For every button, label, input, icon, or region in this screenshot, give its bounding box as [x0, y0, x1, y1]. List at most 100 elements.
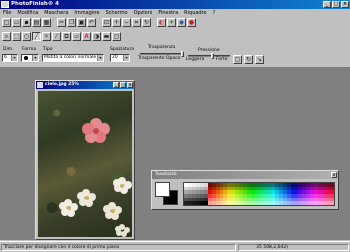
zoom-in-icon[interactable]: + — [112, 18, 121, 27]
transparency-label: Trasparenza — [148, 45, 176, 50]
shape-icon[interactable]: ◻ — [112, 32, 121, 41]
pink-flower — [82, 118, 110, 143]
menu-file[interactable]: File — [3, 9, 11, 17]
white-flower — [103, 202, 122, 220]
zoom-out-icon[interactable]: − — [122, 18, 131, 27]
shape-select[interactable]: ▾ — [21, 54, 39, 62]
cut-icon[interactable]: ✂ — [57, 18, 66, 27]
filter-icon[interactable]: ✦ — [167, 18, 176, 27]
pressure-label: Pressione — [198, 48, 220, 53]
new-icon[interactable]: □ — [2, 18, 11, 27]
palette-title-bar[interactable]: Tavolozza × — [152, 171, 338, 179]
undo-icon[interactable]: ↶ — [87, 18, 96, 27]
photo-canvas[interactable] — [38, 91, 132, 237]
copy-icon[interactable]: ❐ — [67, 18, 76, 27]
menu-modifica[interactable]: Modifica — [17, 9, 38, 17]
image-maximize-button[interactable]: □ — [120, 82, 126, 88]
image-window-icon[interactable] — [37, 82, 43, 88]
eyedropper-icon[interactable]: ⁄ — [52, 32, 61, 41]
brush-refresh-icon[interactable]: ↻ — [244, 55, 253, 64]
brush-preset-icon[interactable]: ▢ — [233, 55, 242, 64]
magic-wand-icon[interactable]: ✧ — [42, 32, 51, 41]
foreground-color-swatch[interactable] — [155, 182, 170, 197]
white-flower — [115, 224, 130, 237]
print-icon[interactable]: ▤ — [32, 18, 41, 27]
pressure-thumb[interactable] — [211, 53, 215, 59]
app-icon[interactable] — [1, 1, 9, 8]
image-minimize-button[interactable]: _ — [113, 82, 119, 88]
main-toolbar: □ ▭ ▪ ▤ ▦ ✂ ❐ ▣ ↶ ⊡ + − ⌗ ↻ ◐ ✦ ◆ ● — [2, 18, 196, 27]
menu-immagine[interactable]: Immagine — [74, 9, 99, 17]
close-button[interactable]: × — [341, 1, 349, 8]
brush-icon[interactable]: ╱ — [32, 32, 41, 41]
color-selector[interactable] — [155, 182, 179, 206]
app-title-bar: PhotoFinish® 4 _ □ × — [0, 0, 350, 9]
scan-icon[interactable]: ▦ — [42, 18, 51, 27]
open-icon[interactable]: ▭ — [12, 18, 21, 27]
tools-toolbar: ⌕ ⬚ ○ ╱ ✧ ⁄ ⧉ ▱ A ◑ ▬ ◻ — [2, 32, 121, 41]
zoom-fit-icon[interactable]: ⊡ — [102, 18, 111, 27]
shape-dropdown-icon[interactable]: ▾ — [32, 55, 38, 61]
pressure-left-label: Leggera — [186, 57, 205, 62]
size-value: 6 — [4, 55, 7, 60]
palette-window[interactable]: Tavolozza × — [151, 170, 339, 210]
clone-icon[interactable]: ⧉ — [62, 32, 71, 41]
menu-help[interactable]: ? — [213, 9, 216, 17]
palette-close-button[interactable]: × — [331, 172, 337, 178]
menu-opzioni[interactable]: Opzioni — [134, 9, 153, 17]
fill-icon[interactable]: ▬ — [102, 32, 111, 41]
image-window-title-bar[interactable]: cielo.jpg 25% _ □ × — [36, 81, 134, 89]
paste-icon[interactable]: ▣ — [77, 18, 86, 27]
size-label: Dim. — [3, 47, 14, 52]
maximize-button[interactable]: □ — [332, 1, 340, 8]
type-select[interactable]: Matita a colori normale ▾ — [42, 54, 104, 62]
white-flower — [59, 199, 78, 217]
shape-label: Forma — [22, 47, 37, 52]
spacing-field[interactable]: 20 ▾ — [110, 54, 130, 62]
sharpen-icon[interactable]: ◑ — [92, 32, 101, 41]
minimize-button[interactable]: _ — [323, 1, 331, 8]
menu-finestra[interactable]: Finestra — [158, 9, 178, 17]
type-value: Matita a colori normale — [44, 55, 97, 60]
zoom-icon[interactable]: ⌕ — [2, 32, 11, 41]
crop-icon[interactable]: ⌗ — [132, 18, 141, 27]
transparency-left-label: Trasparente — [138, 56, 165, 61]
status-coords: 35 508,2,642) — [238, 244, 349, 251]
effect-icon[interactable]: ◆ — [177, 18, 186, 27]
menu-schermo[interactable]: Schermo — [105, 9, 127, 17]
eraser-icon[interactable]: ▱ — [72, 32, 81, 41]
palette-swatch[interactable] — [330, 201, 334, 205]
pressure-right-label: Forte — [216, 57, 228, 62]
menu-bar: File Modifica Maschera Immagine Schermo Opzio… — [0, 9, 350, 17]
menu-riquadro[interactable]: Riquadro — [184, 9, 206, 17]
size-spin-icon[interactable]: ▾ — [11, 55, 17, 61]
spacing-value: 20 — [112, 55, 118, 60]
mask-icon[interactable]: ● — [187, 18, 196, 27]
text-icon[interactable]: A — [82, 32, 91, 41]
image-window-title: cielo.jpg 25% — [45, 82, 79, 87]
transparency-right-label: Opaco — [166, 56, 181, 61]
size-field[interactable]: 6 ▾ — [2, 54, 18, 62]
image-window[interactable]: cielo.jpg 25% _ □ × — [35, 80, 135, 240]
transparency-thumb[interactable] — [181, 51, 184, 57]
color-icon[interactable]: ◐ — [157, 18, 166, 27]
app-title: PhotoFinish® 4 — [11, 1, 60, 7]
save-icon[interactable]: ▪ — [22, 18, 31, 27]
type-dropdown-icon[interactable]: ▾ — [97, 55, 103, 61]
rotate-icon[interactable]: ↻ — [142, 18, 151, 27]
type-label: Tipo — [43, 47, 53, 52]
spacing-label: Spaziatura — [110, 47, 135, 52]
color-grid[interactable] — [183, 182, 335, 206]
select-rect-icon[interactable]: ⬚ — [12, 32, 21, 41]
round-brush-icon — [24, 56, 28, 60]
spacing-spin-icon[interactable]: ▾ — [123, 55, 129, 61]
brush-settings-icon[interactable]: ↘ — [255, 55, 264, 64]
white-flower — [113, 177, 132, 194]
transparency-slider[interactable] — [140, 51, 184, 57]
lasso-icon[interactable]: ○ — [22, 32, 31, 41]
menu-maschera[interactable]: Maschera — [44, 9, 68, 17]
status-hint: Tracciare per disegnare con il colore di… — [1, 244, 236, 251]
image-close-button[interactable]: × — [127, 82, 133, 88]
palette-title: Tavolozza — [155, 172, 177, 177]
white-flower — [77, 189, 96, 207]
